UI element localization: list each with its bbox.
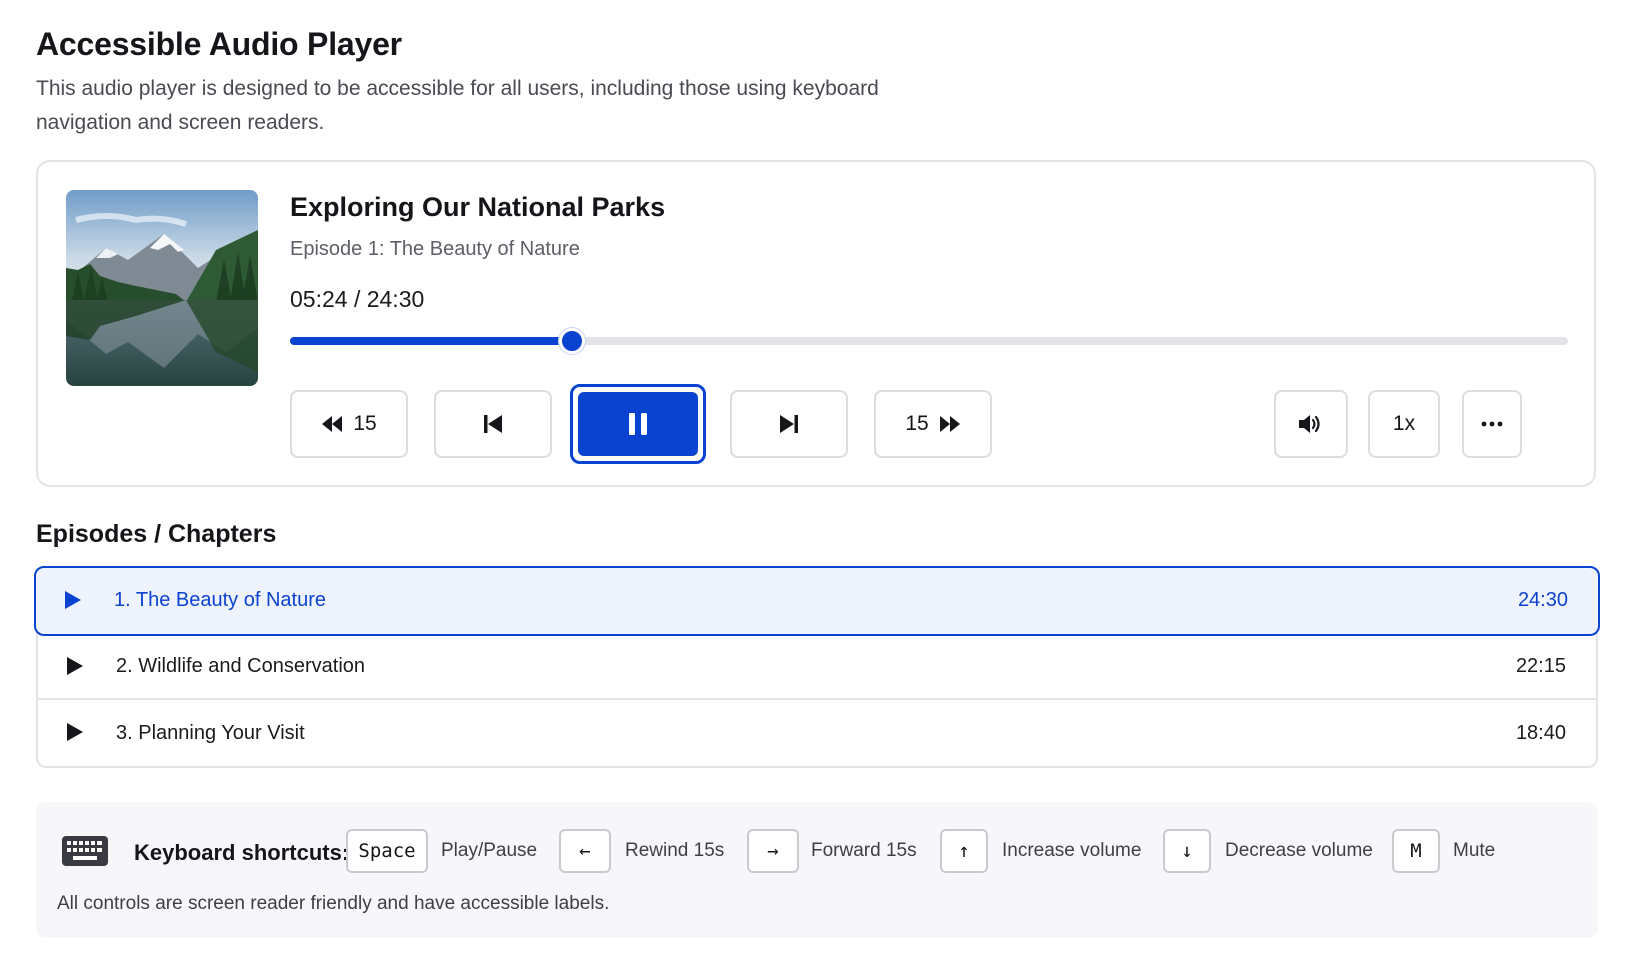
episode-title: 2. Wildlife and Conservation (116, 654, 366, 677)
rewind-icon (321, 415, 343, 433)
forward-15-button[interactable]: 15 (874, 390, 992, 458)
play-icon (66, 656, 84, 681)
volume-icon (1298, 413, 1324, 435)
time-display: 05:24 / 24:30 (290, 286, 425, 312)
progress-slider[interactable] (290, 328, 1568, 354)
key-left-arrow: ← (559, 829, 611, 873)
shortcut-action-volume-down: Decrease volume (1225, 840, 1373, 861)
next-track-button[interactable] (730, 390, 848, 458)
episode-item[interactable]: 2. Wildlife and Conservation 22:15 (38, 634, 1596, 700)
episode-list: 1. The Beauty of Nature 24:30 2. Wildlif… (34, 566, 1600, 768)
episode-title: 1. The Beauty of Nature (114, 588, 326, 611)
episode-title: 3. Planning Your Visit (116, 721, 305, 744)
speed-label: 1x (1392, 412, 1416, 435)
more-options-button[interactable] (1462, 390, 1522, 458)
key-down-arrow: ↓ (1163, 829, 1211, 873)
key-right-arrow: → (747, 829, 799, 873)
accessibility-note: All controls are screen reader friendly … (57, 893, 610, 914)
episode-duration: 22:15 (1515, 654, 1566, 677)
shortcut-action-volume-up: Increase volume (1002, 840, 1142, 861)
audio-player: Exploring Our National Parks Episode 1: … (36, 160, 1596, 487)
play-pause-fill (578, 392, 698, 456)
forward-label: 15 (905, 412, 929, 435)
rewind-15-button[interactable]: 15 (290, 390, 408, 458)
previous-track-button[interactable] (434, 390, 552, 458)
key-m: M (1392, 829, 1440, 873)
play-icon (66, 722, 84, 747)
playback-speed-button[interactable]: 1x (1368, 390, 1440, 458)
keyboard-shortcuts-panel: Keyboard shortcuts: Space Play/Pause ← R… (36, 802, 1598, 938)
episodes-heading: Episodes / Chapters (36, 520, 277, 548)
episode-duration: 24:30 (1517, 588, 1568, 611)
track-subtitle: Episode 1: The Beauty of Nature (290, 238, 580, 260)
volume-button[interactable] (1274, 390, 1348, 458)
pause-icon (628, 412, 648, 436)
shortcut-action-rewind: Rewind 15s (625, 840, 725, 861)
keyboard-icon (62, 836, 108, 871)
rewind-label: 15 (353, 412, 377, 435)
shortcut-action-mute: Mute (1453, 840, 1496, 861)
shortcuts-title: Keyboard shortcuts: (134, 840, 350, 865)
skip-previous-icon (483, 414, 503, 434)
track-title: Exploring Our National Parks (290, 192, 666, 222)
progress-thumb[interactable] (558, 328, 585, 354)
more-icon (1481, 421, 1503, 427)
page-title: Accessible Audio Player (36, 26, 402, 62)
page-description: This audio player is designed to be acce… (36, 77, 879, 134)
shortcut-action-play-pause: Play/Pause (441, 840, 538, 861)
episode-cover-image (66, 190, 258, 386)
key-space: Space (346, 829, 428, 873)
play-icon (64, 590, 82, 615)
key-up-arrow: ↑ (940, 829, 988, 873)
play-pause-button[interactable] (570, 384, 706, 464)
skip-next-icon (779, 414, 799, 434)
episode-item[interactable]: 1. The Beauty of Nature 24:30 (34, 566, 1600, 636)
progress-fill (290, 337, 572, 345)
episode-duration: 18:40 (1515, 721, 1566, 744)
fast-forward-icon (939, 415, 961, 433)
episode-item[interactable]: 3. Planning Your Visit 18:40 (38, 700, 1596, 766)
shortcut-action-forward: Forward 15s (811, 840, 917, 861)
